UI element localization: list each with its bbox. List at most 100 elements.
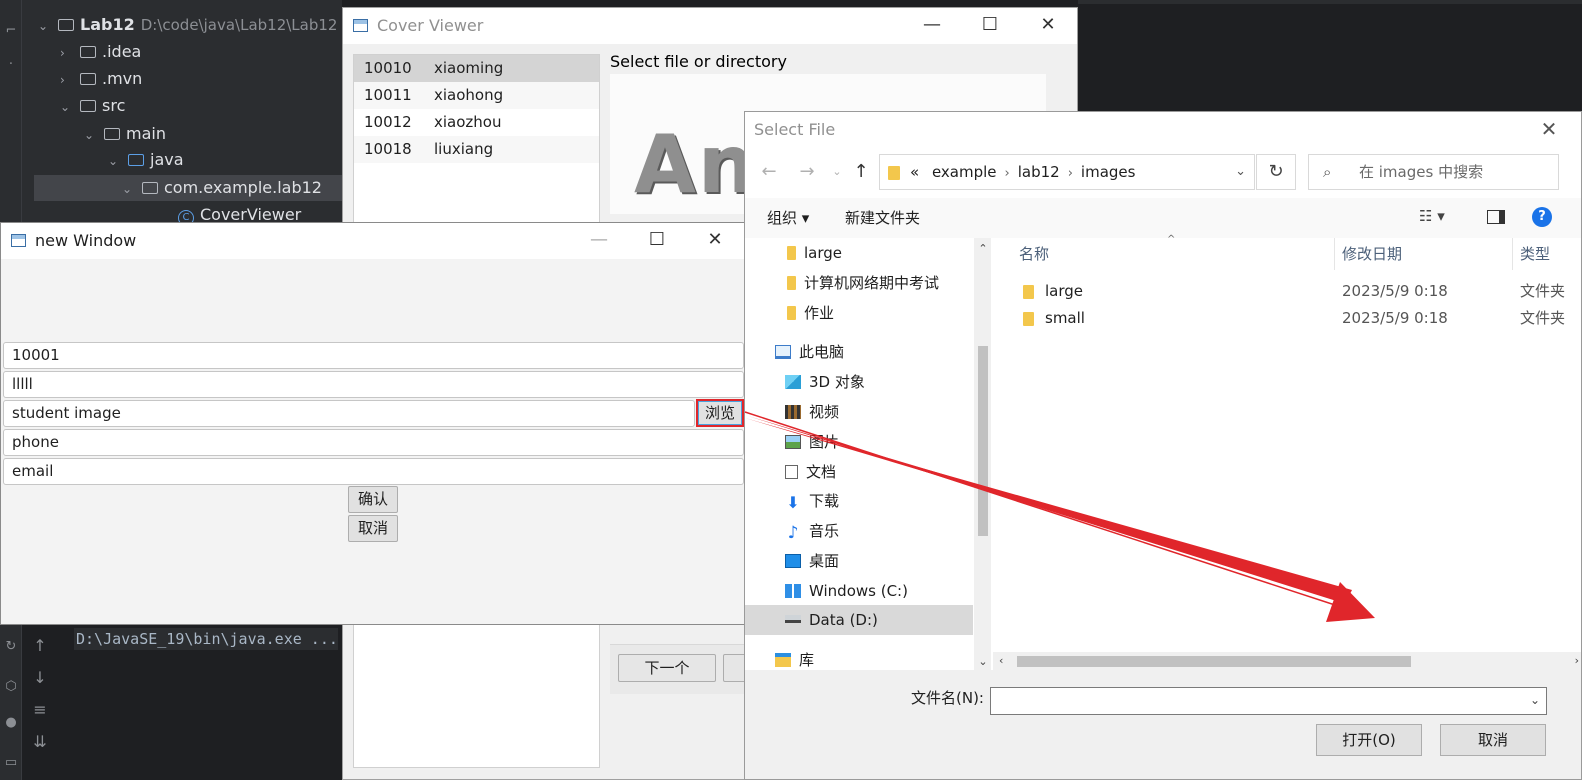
soft-wrap-icon[interactable]: ≡ bbox=[26, 700, 54, 732]
search-icon: ⌕ bbox=[1323, 163, 1332, 181]
list-item[interactable]: 10011 xiaohong bbox=[354, 82, 599, 109]
column-divider[interactable] bbox=[1334, 238, 1335, 270]
new-window-titlebar[interactable]: new Window — ☐ ✕ bbox=[1, 223, 744, 259]
tree-item-java[interactable]: ⌄ java bbox=[108, 147, 184, 173]
scroll-right-icon[interactable]: › bbox=[1575, 652, 1579, 670]
breadcrumb-overflow[interactable]: « bbox=[910, 163, 919, 181]
filename-label: 文件名(N): bbox=[911, 689, 984, 707]
refresh-icon[interactable]: ↻ bbox=[1256, 154, 1296, 190]
student-id: 10011 bbox=[364, 86, 412, 104]
up-arrow-icon[interactable]: ↑ bbox=[26, 636, 54, 668]
nav-item-this-pc[interactable]: 此电脑 bbox=[775, 337, 1003, 367]
up-icon[interactable]: ↑ bbox=[849, 160, 873, 184]
nav-label: 桌面 bbox=[809, 552, 840, 570]
open-button[interactable]: 打开(O) bbox=[1316, 724, 1422, 756]
nav-item-data-d[interactable]: Data (D:) bbox=[745, 605, 973, 635]
scroll-down-icon[interactable]: ⌄ bbox=[976, 655, 990, 668]
navigation-pane: large 计算机网络期中考试 作业 此电脑 3D 对象 视频 图片 文档 ⬇ 下… bbox=[745, 238, 991, 670]
minimize-button[interactable]: — bbox=[570, 223, 628, 259]
tree-label: .mvn bbox=[102, 69, 143, 88]
tree-label: .idea bbox=[102, 42, 142, 61]
close-icon[interactable]: ✕ bbox=[1529, 112, 1569, 148]
tree-item-idea[interactable]: › .idea bbox=[60, 39, 141, 65]
tree-label: src bbox=[102, 96, 126, 115]
dialog-footer: 文件名(N): ⌄ 打开(O) 取消 bbox=[745, 670, 1581, 779]
email-field[interactable]: email bbox=[3, 458, 744, 485]
package-icon bbox=[142, 182, 158, 194]
nav-label: 3D 对象 bbox=[809, 373, 865, 391]
scroll-to-end-icon[interactable]: ⇊ bbox=[26, 732, 54, 764]
forward-icon[interactable]: → bbox=[795, 160, 819, 184]
recent-locations-icon[interactable]: ⌄ bbox=[825, 160, 849, 184]
chevron-down-icon[interactable]: ⌄ bbox=[1530, 693, 1540, 707]
cancel-button[interactable]: 取消 bbox=[348, 515, 398, 542]
address-bar[interactable]: « example › lab12 › images ⌄ bbox=[879, 154, 1255, 190]
chevron-down-icon[interactable]: ⌄ bbox=[1235, 155, 1246, 189]
help-icon[interactable]: ? bbox=[1532, 207, 1552, 227]
id-field[interactable]: 10001 bbox=[3, 342, 744, 369]
list-item[interactable]: 10018 liuxiang bbox=[354, 136, 599, 163]
column-header-type[interactable]: 类型 bbox=[1520, 238, 1550, 270]
sort-ascending-icon: ^ bbox=[1167, 234, 1176, 245]
filename-input[interactable]: ⌄ bbox=[990, 687, 1547, 715]
next-button[interactable]: 下一个 bbox=[618, 654, 716, 682]
preview-pane-icon[interactable] bbox=[1487, 210, 1505, 224]
maximize-button[interactable]: ☐ bbox=[961, 8, 1019, 44]
tree-item-src[interactable]: ⌄ src bbox=[60, 93, 125, 119]
nav-label: 作业 bbox=[804, 304, 835, 322]
close-button[interactable]: ✕ bbox=[686, 223, 744, 259]
scroll-thumb[interactable] bbox=[978, 346, 988, 536]
list-item[interactable]: 10012 xiaozhou bbox=[354, 109, 599, 136]
tree-project-root[interactable]: ⌄ Lab12 D:\code\java\Lab12\Lab12 bbox=[38, 12, 337, 38]
run-icon[interactable]: ↻ bbox=[4, 640, 18, 654]
chevron-right-icon: › bbox=[1004, 166, 1010, 181]
file-list-hscrollbar[interactable]: ‹ › bbox=[993, 652, 1581, 670]
organize-menu[interactable]: 组织 ▾ bbox=[767, 207, 809, 228]
view-options-icon[interactable]: ☷ ▾ bbox=[1419, 207, 1445, 225]
column-divider[interactable] bbox=[1512, 238, 1513, 270]
column-header-date[interactable]: 修改日期 bbox=[1342, 238, 1402, 270]
dialog-cancel-button[interactable]: 取消 bbox=[1440, 724, 1546, 756]
back-icon[interactable]: ← bbox=[757, 160, 781, 184]
scroll-left-icon[interactable]: ‹ bbox=[999, 652, 1003, 670]
image-field[interactable]: student image bbox=[3, 400, 695, 427]
nav-scrollbar[interactable]: ⌃ ⌄ bbox=[974, 238, 991, 670]
search-input[interactable]: ⌕ 在 images 中搜索 bbox=[1308, 154, 1559, 190]
services-icon[interactable]: ⬡ bbox=[4, 680, 18, 694]
computer-icon bbox=[775, 345, 791, 359]
name-field[interactable]: lllll bbox=[3, 371, 744, 398]
desktop-icon bbox=[785, 554, 801, 568]
confirm-button[interactable]: 确认 bbox=[348, 486, 398, 513]
scroll-up-icon[interactable]: ⌃ bbox=[976, 242, 990, 255]
tree-label: java bbox=[150, 150, 184, 169]
column-header-name[interactable]: 名称 bbox=[1019, 238, 1049, 270]
terminal-icon[interactable]: ▭ bbox=[4, 756, 18, 770]
list-item[interactable]: 10010 xiaoming bbox=[354, 55, 599, 82]
git-icon[interactable]: ● bbox=[4, 716, 18, 730]
minimize-button[interactable]: — bbox=[903, 8, 961, 44]
dialog-titlebar[interactable]: Select File ✕ bbox=[745, 112, 1581, 148]
new-folder-button[interactable]: 新建文件夹 bbox=[845, 207, 920, 228]
breadcrumb-item[interactable]: images bbox=[1081, 163, 1136, 181]
more-icon[interactable]: · bbox=[4, 58, 18, 72]
window-title: Cover Viewer bbox=[377, 16, 484, 35]
table-row[interactable]: large 2023/5/9 0:18 文件夹 bbox=[993, 278, 1581, 305]
browse-button[interactable]: 浏览 bbox=[696, 399, 744, 427]
maximize-button[interactable]: ☐ bbox=[628, 223, 686, 259]
scroll-thumb[interactable] bbox=[1017, 656, 1411, 667]
down-arrow-icon[interactable]: ↓ bbox=[26, 668, 54, 700]
breadcrumb-item[interactable]: example bbox=[932, 163, 997, 181]
tree-item-mvn[interactable]: › .mvn bbox=[60, 66, 142, 92]
empty-row bbox=[354, 163, 599, 190]
cover-viewer-titlebar[interactable]: Cover Viewer — ☐ ✕ bbox=[343, 8, 1077, 44]
structure-icon[interactable]: ⌐ bbox=[4, 24, 18, 38]
phone-field[interactable]: phone bbox=[3, 429, 744, 456]
tree-item-package[interactable]: ⌄ com.example.lab12 bbox=[34, 175, 354, 201]
chevron-down-icon: ⌄ bbox=[60, 100, 71, 114]
editor-area bbox=[1078, 0, 1582, 112]
student-id: 10012 bbox=[364, 113, 412, 131]
close-button[interactable]: ✕ bbox=[1019, 8, 1077, 44]
table-row[interactable]: small 2023/5/9 0:18 文件夹 bbox=[993, 305, 1581, 332]
breadcrumb-item[interactable]: lab12 bbox=[1018, 163, 1060, 181]
tree-item-main[interactable]: ⌄ main bbox=[84, 121, 166, 147]
